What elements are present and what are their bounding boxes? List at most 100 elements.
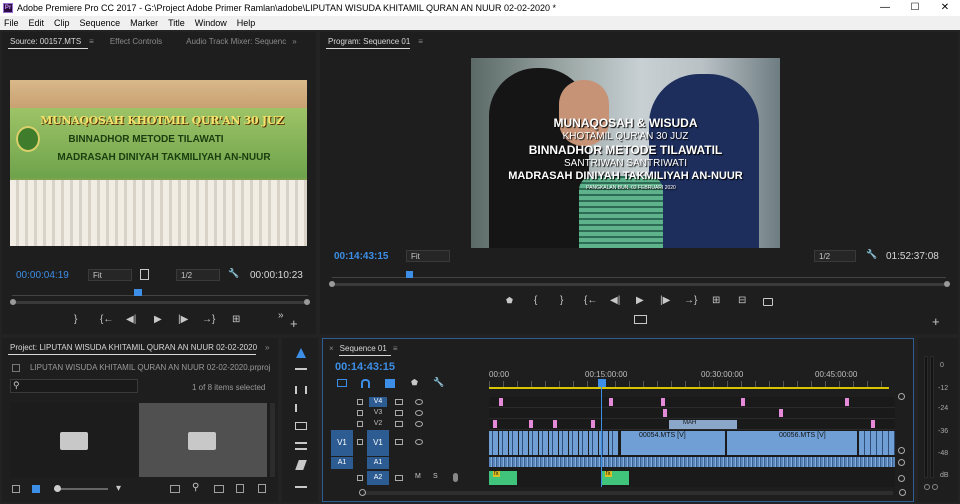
step-back-icon-program[interactable]: ◀| (610, 295, 620, 306)
v1-clips-right[interactable] (859, 431, 895, 455)
minimize-button[interactable]: — (870, 0, 900, 16)
new-bin-icon[interactable] (214, 485, 224, 493)
title-clip[interactable] (591, 420, 595, 428)
mute-button[interactable]: M (415, 473, 421, 480)
solo-button[interactable]: S (433, 473, 438, 480)
program-timecode[interactable]: 00:14:43:15 (334, 251, 388, 262)
tab-sequence[interactable]: Sequence 01 (340, 344, 387, 353)
eye-icon[interactable] (415, 410, 423, 416)
program-zoom-bar[interactable] (332, 283, 946, 286)
track-a2-label[interactable]: A2 (367, 471, 389, 485)
insert-icon[interactable]: ⊞ (232, 314, 240, 325)
timeline-h-scrollbar[interactable] (363, 491, 893, 495)
timeline-close-icon[interactable]: × (329, 344, 334, 353)
rolling-edit-tool-icon[interactable] (295, 404, 307, 412)
track-v3-label[interactable]: V3 (369, 408, 387, 418)
linked-selection-icon[interactable] (385, 379, 395, 388)
track-v2-label[interactable]: V2 (369, 419, 387, 429)
track-v4-label[interactable]: V4 (369, 397, 387, 407)
sync-lock-icon[interactable] (395, 475, 403, 481)
play-icon-program[interactable]: ▶ (636, 295, 644, 306)
timeline-hscroll-right[interactable] (899, 489, 906, 496)
source-add-button[interactable]: + (290, 316, 298, 331)
source-zoom-left[interactable] (10, 299, 16, 305)
go-to-out-icon-program[interactable]: →} (684, 295, 697, 306)
lock-icon[interactable] (357, 421, 363, 427)
a1-audio[interactable] (489, 457, 895, 467)
menu-file[interactable]: File (4, 18, 19, 28)
source-overflow-icon[interactable]: » (278, 310, 284, 321)
program-menu-icon[interactable]: ≡ (418, 37, 423, 46)
menu-title[interactable]: Title (168, 18, 185, 28)
maximize-button[interactable]: ☐ (900, 0, 930, 16)
go-to-in-icon-program[interactable]: {← (584, 295, 597, 306)
source-zoom-right[interactable] (304, 299, 310, 305)
automate-icon[interactable] (170, 485, 180, 493)
v1-clips-left[interactable] (489, 431, 619, 455)
program-playhead[interactable] (406, 271, 413, 278)
rate-stretch-tool-icon[interactable] (295, 422, 307, 430)
project-overflow-icon[interactable]: » (265, 343, 269, 352)
source-patch-a1[interactable]: A1 (331, 457, 353, 469)
tab-audio-track-mixer[interactable]: Audio Track Mixer: Sequenc (186, 37, 286, 46)
timeline-scroll-mid2[interactable] (898, 459, 905, 466)
clip-mah[interactable] (669, 420, 737, 429)
timeline-settings-icon[interactable]: 🔧 (433, 377, 444, 388)
menu-help[interactable]: Help (237, 18, 256, 28)
track-area[interactable]: MAH 00054.MTS [V] 00056.MTS [V] fx fx (489, 397, 895, 487)
close-button[interactable]: ✕ (930, 0, 960, 16)
add-marker-icon[interactable]: ⬟ (506, 296, 513, 305)
source-fit-dropdown[interactable]: Fit (88, 269, 132, 281)
export-frame-icon[interactable] (763, 298, 773, 306)
title-clip[interactable] (741, 398, 745, 406)
ripple-edit-tool-icon[interactable] (295, 386, 307, 394)
work-area-bar[interactable] (489, 387, 889, 389)
tab-project[interactable]: Project: LIPUTAN WISUDA KHITAMIL QURAN A… (10, 343, 257, 352)
extract-icon[interactable]: ⊟ (738, 295, 746, 306)
program-zoom-right[interactable] (944, 281, 950, 287)
icon-view-icon[interactable] (32, 485, 40, 493)
comparison-view-icon[interactable] (634, 315, 647, 324)
track-v1-label[interactable]: V1 (367, 430, 389, 456)
sync-lock-icon[interactable] (395, 421, 403, 427)
timeline-scroll-mid[interactable] (898, 447, 905, 454)
mark-out-icon[interactable]: } (74, 314, 77, 325)
source-timecode[interactable]: 00:00:04:19 (16, 270, 69, 281)
project-search-icon[interactable]: ⚲ (13, 380, 20, 391)
title-clip[interactable] (529, 420, 533, 428)
title-clip[interactable] (493, 420, 497, 428)
project-search-input[interactable] (10, 379, 138, 393)
source-patch-v1[interactable]: V1 (331, 430, 353, 456)
timeline-scroll-top[interactable] (898, 393, 905, 400)
menu-edit[interactable]: Edit (29, 18, 45, 28)
program-wrench-icon[interactable]: 🔧 (866, 249, 877, 260)
lock-icon[interactable] (357, 399, 363, 405)
title-clip[interactable] (845, 398, 849, 406)
title-clip[interactable] (499, 398, 503, 406)
meter-solo-right[interactable] (932, 484, 938, 490)
tab-program[interactable]: Program: Sequence 01 (328, 37, 410, 46)
program-fit-dropdown[interactable]: Fit (406, 250, 450, 262)
new-item-icon[interactable] (236, 484, 244, 493)
menu-clip[interactable]: Clip (54, 18, 70, 28)
timeline-hscroll-left[interactable] (359, 489, 366, 496)
snap-icon[interactable] (361, 379, 370, 388)
timeline-menu-icon[interactable]: ≡ (393, 344, 398, 353)
title-clip[interactable] (609, 398, 613, 406)
find-icon[interactable]: ⚲ (192, 482, 199, 493)
menu-sequence[interactable]: Sequence (80, 18, 121, 28)
delete-icon[interactable] (258, 484, 266, 493)
source-settings-icon[interactable] (140, 269, 149, 280)
lift-icon[interactable]: ⊞ (712, 295, 720, 306)
panel-overflow-icon[interactable]: » (292, 37, 296, 46)
program-resolution-dropdown[interactable]: 1/2 (814, 250, 856, 262)
title-clip[interactable] (663, 409, 667, 417)
step-forward-icon-program[interactable]: |▶ (660, 295, 670, 306)
list-view-icon[interactable] (12, 485, 20, 493)
sync-lock-icon[interactable] (395, 410, 403, 416)
program-zoom-left[interactable] (329, 281, 335, 287)
play-icon[interactable]: ▶ (154, 314, 162, 325)
go-to-in-icon[interactable]: {← (100, 314, 113, 325)
tab-source[interactable]: Source: 00157.MTS (10, 37, 81, 46)
zoom-slider-handle[interactable] (54, 485, 61, 492)
